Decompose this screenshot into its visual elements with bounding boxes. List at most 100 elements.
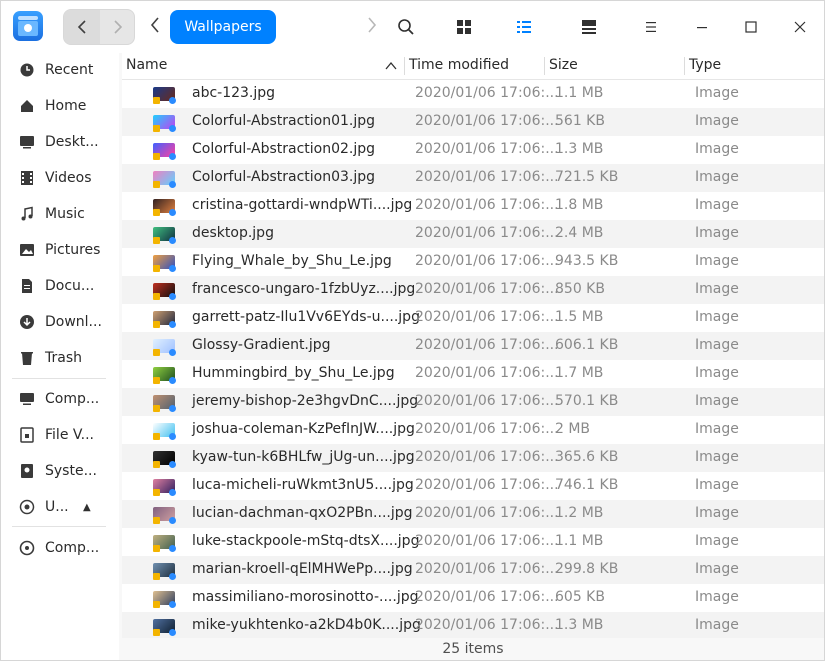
chevron-right-icon	[368, 17, 377, 33]
file-type: Image	[695, 85, 739, 101]
file-name: Colorful-Abstraction01.jpg	[192, 113, 376, 129]
file-size: 570.1 KB	[555, 393, 619, 409]
sidebar-item-label: Docu...	[45, 278, 95, 294]
sidebar-item-music[interactable]: Music	[1, 198, 119, 230]
file-row[interactable]: garrett-patz-Ilu1Vv6EYds-u....jpg 2020/01…	[122, 304, 824, 332]
file-row[interactable]: lucian-dachman-qxO2PBn....jpg 2020/01/06 …	[122, 500, 824, 528]
file-size: 1.5 MB	[555, 309, 604, 325]
sidebar-item-documents[interactable]: Docu...	[1, 270, 119, 302]
usb-disk-icon	[18, 498, 36, 516]
sidebar-item-system-disk[interactable]: Syste...	[1, 455, 119, 487]
file-row[interactable]: Hummingbird_by_Shu_Le.jpg 2020/01/06 17:0…	[122, 360, 824, 388]
file-row[interactable]: massimiliano-morosinotto-....jpg 2020/01/…	[122, 584, 824, 612]
sidebar-item-label: Music	[45, 206, 85, 222]
file-row[interactable]: mike-yukhtenko-a2kD4b0K....jpg 2020/01/06…	[122, 612, 824, 638]
column-time-modified[interactable]: Time modified	[409, 57, 509, 73]
main-menu-button[interactable]	[639, 15, 663, 39]
file-name: luca-micheli-ruWkmt3nU5....jpg	[192, 477, 414, 493]
file-manager-app-icon[interactable]	[13, 11, 43, 41]
column-size[interactable]: Size	[549, 57, 578, 73]
file-size: 721.5 KB	[555, 169, 619, 185]
file-size: 2 MB	[555, 421, 591, 437]
file-name: mike-yukhtenko-a2kD4b0K....jpg	[192, 617, 421, 633]
link-badge-icon	[169, 629, 176, 636]
breadcrumb-wallpapers[interactable]: Wallpapers	[170, 10, 276, 44]
file-type: Image	[695, 253, 739, 269]
column-type[interactable]: Type	[689, 57, 721, 73]
file-name: massimiliano-morosinotto-....jpg	[192, 589, 419, 605]
image-badge-icon	[153, 97, 160, 104]
file-name: joshua-coleman-KzPefInJW....jpg	[192, 421, 415, 437]
file-row[interactable]: Colorful-Abstraction01.jpg 2020/01/06 17:…	[122, 108, 824, 136]
column-divider[interactable]	[404, 57, 405, 75]
link-badge-icon	[169, 125, 176, 132]
image-badge-icon	[153, 433, 160, 440]
file-size: 1.7 MB	[555, 365, 604, 381]
back-button[interactable]	[64, 10, 100, 44]
image-badge-icon	[153, 461, 160, 468]
file-row[interactable]: Flying_Whale_by_Shu_Le.jpg 2020/01/06 17:…	[122, 248, 824, 276]
file-type: Image	[695, 589, 739, 605]
sort-ascending-icon[interactable]	[385, 61, 397, 71]
file-row[interactable]: cristina-gottardi-wndpWTi....jpg 2020/01/…	[122, 192, 824, 220]
sidebar-item-videos[interactable]: Videos	[1, 162, 119, 194]
file-time-modified: 2020/01/06 17:06:...	[415, 421, 559, 437]
file-row[interactable]: francesco-ungaro-1fzbUyz....jpg 2020/01/0…	[122, 276, 824, 304]
file-row[interactable]: Colorful-Abstraction03.jpg 2020/01/06 17:…	[122, 164, 824, 192]
detail-view-button[interactable]	[577, 15, 601, 39]
maximize-button[interactable]	[739, 15, 763, 39]
sidebar-item-recent[interactable]: Recent	[1, 54, 119, 86]
sidebar-item-network-computer[interactable]: Comp...	[1, 532, 119, 564]
file-type: Image	[695, 617, 739, 633]
sidebar-item-usb-disk[interactable]: U... ▲	[1, 491, 119, 523]
sidebar-item-home[interactable]: Home	[1, 90, 119, 122]
sidebar-item-label: Home	[45, 98, 87, 114]
sidebar-item-computer[interactable]: Comp...	[1, 383, 119, 415]
breadcrumb-left-arrow[interactable]	[150, 15, 160, 37]
sidebar-item-desktop[interactable]: Deskt...	[1, 126, 119, 158]
file-row[interactable]: luke-stackpoole-mStq-dtsX....jpg 2020/01/…	[122, 528, 824, 556]
file-manager-window: Wallpapers Recent Home Deskt... Videos M…	[0, 0, 825, 661]
link-badge-icon	[169, 601, 176, 608]
file-row[interactable]: abc-123.jpg 2020/01/06 17:06:... 1.1 MB Ima…	[122, 80, 824, 108]
file-time-modified: 2020/01/06 17:06:...	[415, 449, 559, 465]
picture-icon	[18, 241, 36, 259]
file-type: Image	[695, 421, 739, 437]
link-badge-icon	[169, 349, 176, 356]
minimize-button[interactable]	[690, 15, 714, 39]
column-name[interactable]: Name	[126, 57, 167, 73]
sidebar-item-downloads[interactable]: Downl...	[1, 306, 119, 338]
file-name: cristina-gottardi-wndpWTi....jpg	[192, 197, 413, 213]
file-row[interactable]: marian-kroell-qElMHWePp....jpg 2020/01/06…	[122, 556, 824, 584]
column-divider[interactable]	[544, 57, 545, 75]
sidebar-item-trash[interactable]: Trash	[1, 342, 119, 374]
breadcrumb-right-arrow[interactable]	[367, 15, 377, 37]
file-row[interactable]: desktop.jpg 2020/01/06 17:06:... 2.4 MB Ima…	[122, 220, 824, 248]
file-size: 746.1 KB	[555, 477, 619, 493]
file-row[interactable]: luca-micheli-ruWkmt3nU5....jpg 2020/01/06…	[122, 472, 824, 500]
forward-button[interactable]	[100, 10, 134, 44]
sidebar-divider	[12, 526, 106, 527]
list-view-button[interactable]	[512, 15, 536, 39]
file-size: 299.8 KB	[555, 561, 619, 577]
sidebar-item-pictures[interactable]: Pictures	[1, 234, 119, 266]
link-badge-icon	[169, 405, 176, 412]
file-row[interactable]: jeremy-bishop-2e3hgvDnC....jpg 2020/01/06…	[122, 388, 824, 416]
sidebar-item-file-vault[interactable]: File V...	[1, 419, 119, 451]
file-row[interactable]: Colorful-Abstraction02.jpg 2020/01/06 17:…	[122, 136, 824, 164]
file-time-modified: 2020/01/06 17:06:...	[415, 253, 559, 269]
close-button[interactable]	[788, 15, 812, 39]
file-type: Image	[695, 113, 739, 129]
column-divider[interactable]	[684, 57, 685, 75]
eject-icon[interactable]: ▲	[83, 502, 91, 513]
file-type: Image	[695, 505, 739, 521]
title-bar: Wallpapers	[1, 1, 824, 53]
search-button[interactable]	[394, 15, 418, 39]
icon-view-button[interactable]	[452, 15, 476, 39]
file-row[interactable]: joshua-coleman-KzPefInJW....jpg 2020/01/0…	[122, 416, 824, 444]
file-row[interactable]: kyaw-tun-k6BHLfw_jUg-un....jpg 2020/01/06…	[122, 444, 824, 472]
file-row[interactable]: Glossy-Gradient.jpg 2020/01/06 17:06:... 6…	[122, 332, 824, 360]
file-time-modified: 2020/01/06 17:06:...	[415, 561, 559, 577]
link-badge-icon	[169, 97, 176, 104]
file-name: Flying_Whale_by_Shu_Le.jpg	[192, 253, 392, 269]
